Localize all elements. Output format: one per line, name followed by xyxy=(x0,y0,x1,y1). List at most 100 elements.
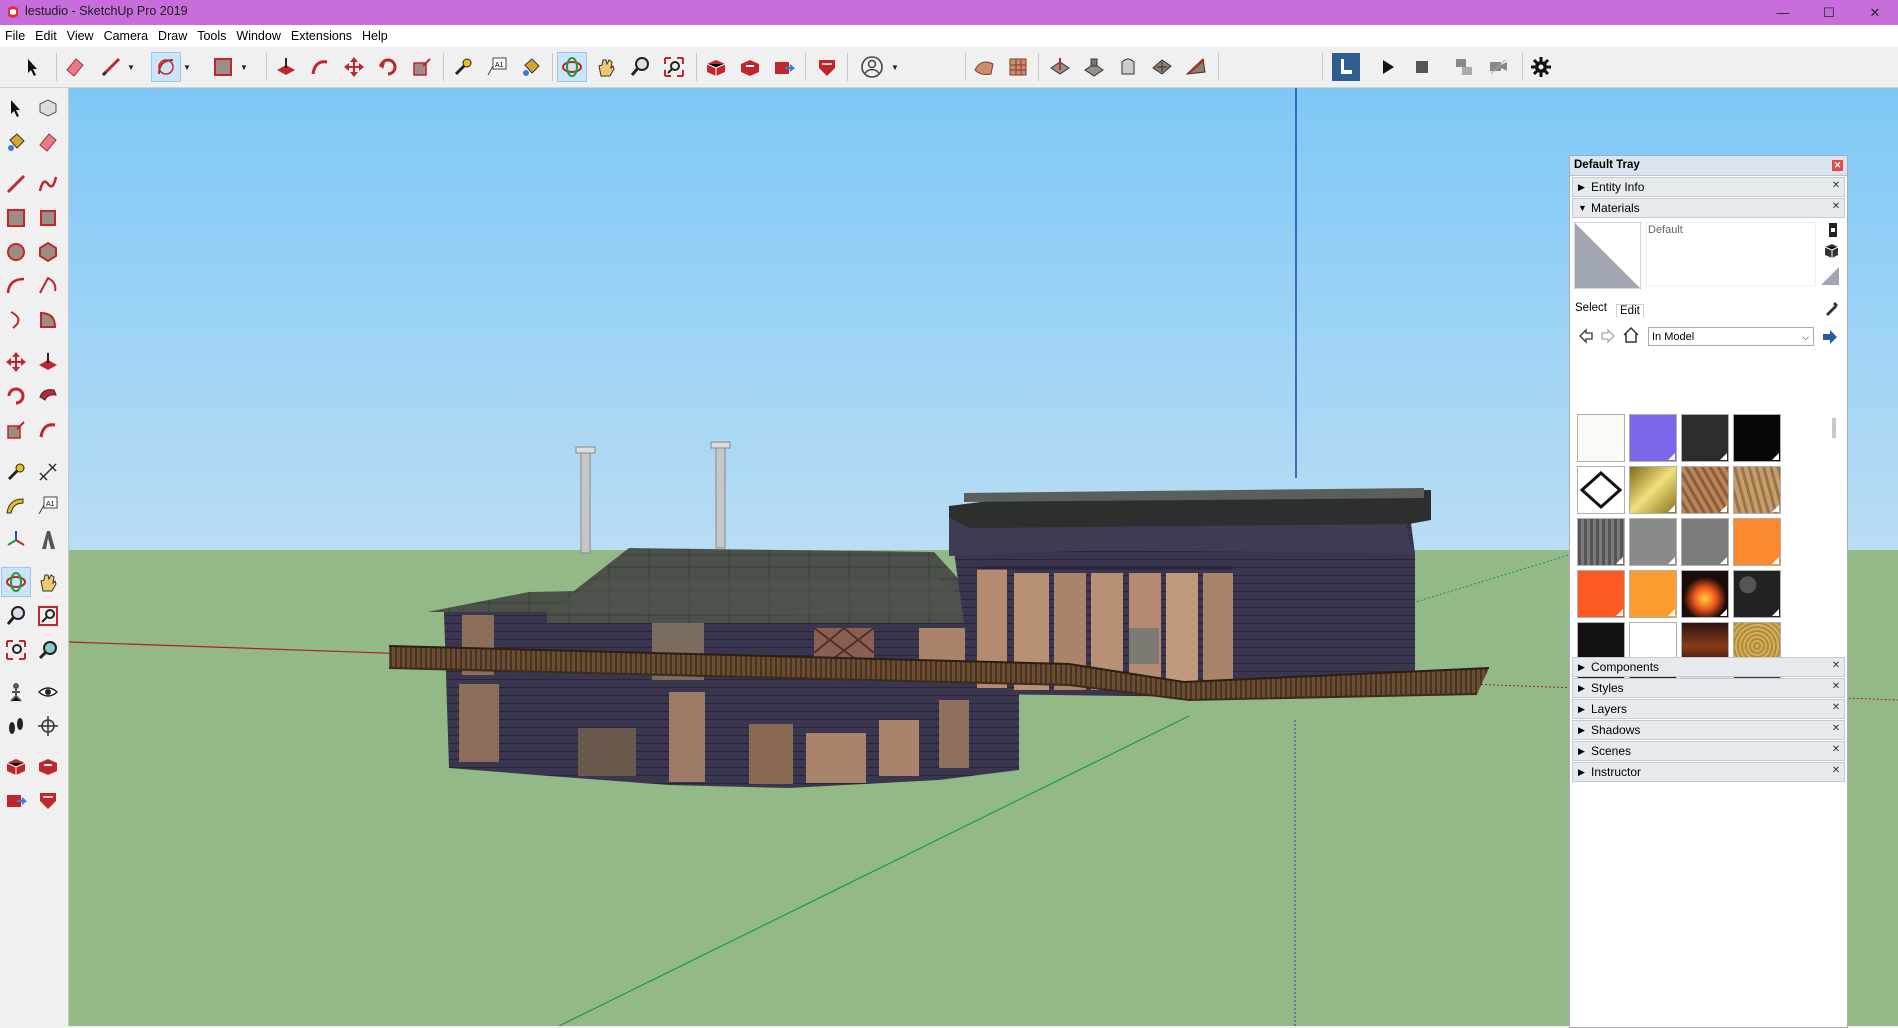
material-swatch[interactable] xyxy=(1577,414,1625,462)
3d-warehouse-icon[interactable] xyxy=(702,53,730,81)
follow-me-tool-icon[interactable] xyxy=(306,53,334,81)
make-component-icon[interactable] xyxy=(34,94,62,122)
previous-view-icon[interactable] xyxy=(34,636,62,664)
menu-tools[interactable]: Tools xyxy=(192,25,231,47)
arc-tool-icon[interactable] xyxy=(151,52,181,82)
panel-materials[interactable]: ▼ Materials ✕ xyxy=(1572,198,1845,218)
extension-warehouse-left-icon[interactable] xyxy=(34,786,62,814)
scale-icon[interactable] xyxy=(2,416,30,444)
3d-warehouse-left-icon[interactable] xyxy=(2,752,30,780)
rotated-rectangle-icon[interactable] xyxy=(34,204,62,232)
zoom-window-icon[interactable] xyxy=(34,602,62,630)
arc-dropdown-icon[interactable]: ▼ xyxy=(182,53,192,81)
eraser-icon[interactable] xyxy=(34,128,62,156)
panel-close-icon[interactable]: ✕ xyxy=(1831,661,1841,671)
share-model-left-icon[interactable] xyxy=(34,752,62,780)
menu-view[interactable]: View xyxy=(62,25,99,47)
add-detail-icon[interactable] xyxy=(1148,53,1176,81)
pan-icon[interactable] xyxy=(34,568,62,596)
share-model-icon[interactable] xyxy=(736,53,764,81)
material-swatch[interactable] xyxy=(1733,414,1781,462)
pie-icon[interactable] xyxy=(34,306,62,334)
look-around-icon[interactable] xyxy=(34,678,62,706)
flip-edge-icon[interactable] xyxy=(1182,53,1210,81)
share-component-icon[interactable] xyxy=(770,53,798,81)
material-swatch[interactable] xyxy=(1577,466,1625,514)
rectangle-tool-icon[interactable] xyxy=(209,53,237,81)
panel-close-icon[interactable]: ✕ xyxy=(1831,703,1841,713)
position-camera-icon[interactable] xyxy=(2,678,30,706)
panel-close-icon[interactable]: ✕ xyxy=(1831,724,1841,734)
sample-paint-icon[interactable] xyxy=(1824,300,1840,316)
walk-icon[interactable] xyxy=(2,712,30,740)
tape-measure-tool-icon[interactable] xyxy=(449,53,477,81)
panel-close-icon[interactable]: ✕ xyxy=(1831,766,1841,776)
extension-warehouse-icon[interactable] xyxy=(813,53,841,81)
material-swatch[interactable] xyxy=(1681,518,1729,566)
panel-instructor[interactable]: ▶ Instructor ✕ xyxy=(1572,762,1845,782)
pan-tool-icon[interactable] xyxy=(592,53,620,81)
dimension-icon[interactable] xyxy=(34,458,62,486)
move-icon[interactable] xyxy=(2,348,30,376)
material-swatch[interactable] xyxy=(1681,414,1729,462)
polygon-icon[interactable] xyxy=(34,238,62,266)
create-material-icon[interactable] xyxy=(1822,242,1840,260)
line-tool-icon[interactable] xyxy=(97,53,125,81)
material-name-field[interactable] xyxy=(1646,222,1816,286)
stamp-tool-icon[interactable] xyxy=(1080,53,1108,81)
tape-measure-icon[interactable] xyxy=(2,458,30,486)
material-swatch[interactable] xyxy=(1733,466,1781,514)
default-material-icon[interactable] xyxy=(1820,266,1840,286)
menu-draw[interactable]: Draw xyxy=(153,25,192,47)
close-button[interactable]: ✕ xyxy=(1852,0,1898,25)
forward-arrow-icon[interactable] xyxy=(1600,328,1616,344)
material-swatch[interactable] xyxy=(1681,570,1729,618)
push-pull-tool-icon[interactable] xyxy=(272,53,300,81)
tab-edit[interactable]: Edit xyxy=(1616,304,1644,317)
material-swatch[interactable] xyxy=(1629,414,1677,462)
menu-file[interactable]: File xyxy=(0,25,30,47)
settings-gear-icon[interactable] xyxy=(1527,53,1555,81)
select-arrow-icon[interactable] xyxy=(2,94,30,122)
menu-edit[interactable]: Edit xyxy=(30,25,62,47)
zoom-tool-icon[interactable] xyxy=(626,53,654,81)
material-swatch[interactable] xyxy=(1629,466,1677,514)
circle-icon[interactable] xyxy=(2,238,30,266)
smoove-tool-icon[interactable] xyxy=(1046,53,1074,81)
drape-tool-icon[interactable] xyxy=(1114,53,1142,81)
axes-icon[interactable] xyxy=(2,526,30,554)
material-swatch[interactable] xyxy=(1733,570,1781,618)
back-arrow-icon[interactable] xyxy=(1578,328,1594,344)
paint-bucket-icon[interactable] xyxy=(2,128,30,156)
material-swatch[interactable] xyxy=(1629,518,1677,566)
two-point-arc-icon[interactable] xyxy=(34,272,62,300)
shape-dropdown-icon[interactable]: ▼ xyxy=(239,53,249,81)
home-icon[interactable] xyxy=(1622,326,1640,344)
menu-camera[interactable]: Camera xyxy=(99,25,153,47)
push-pull-icon[interactable] xyxy=(34,348,62,376)
rectangle-icon[interactable] xyxy=(2,204,30,232)
material-swatch[interactable] xyxy=(1681,466,1729,514)
zoom-icon[interactable] xyxy=(2,602,30,630)
stop-icon[interactable] xyxy=(1408,53,1436,81)
play-icon[interactable] xyxy=(1374,53,1402,81)
freehand-icon[interactable] xyxy=(34,170,62,198)
offset-icon[interactable] xyxy=(34,416,62,444)
text-tool-icon[interactable]: A1 xyxy=(483,53,511,81)
panel-close-icon[interactable]: ✕ xyxy=(1831,682,1841,692)
material-swatch[interactable] xyxy=(1577,518,1625,566)
zoom-extents-tool-icon[interactable] xyxy=(660,53,688,81)
line-dropdown-icon[interactable]: ▼ xyxy=(126,53,136,81)
tab-select[interactable]: Select xyxy=(1575,302,1607,314)
tray-close-icon[interactable]: ✕ xyxy=(1832,160,1843,171)
panel-close-icon[interactable]: ✕ xyxy=(1831,745,1841,755)
maximize-button[interactable]: ☐ xyxy=(1806,0,1852,25)
panel-components[interactable]: ▶ Components ✕ xyxy=(1572,657,1845,677)
scale-tool-icon[interactable] xyxy=(408,53,436,81)
follow-me-icon[interactable] xyxy=(34,382,62,410)
section-plane-icon[interactable] xyxy=(34,712,62,740)
menu-window[interactable]: Window xyxy=(231,25,285,47)
material-swatch[interactable] xyxy=(1577,570,1625,618)
text-label-icon[interactable]: A1 xyxy=(34,492,62,520)
eraser-tool-icon[interactable] xyxy=(61,53,89,81)
